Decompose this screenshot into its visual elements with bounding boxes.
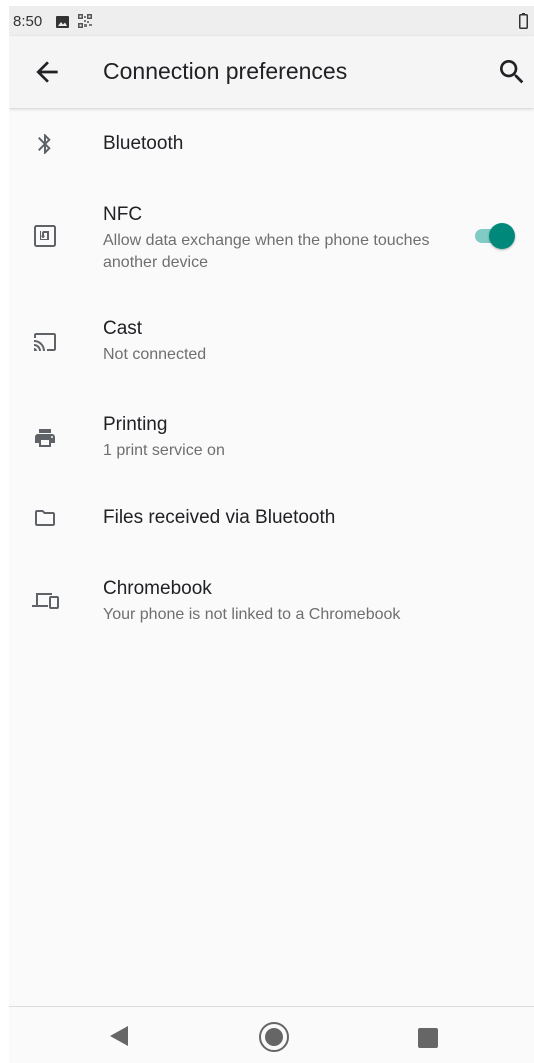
pref-title: Files received via Bluetooth (103, 507, 336, 528)
status-time: 8:50 (13, 12, 43, 30)
pref-title: Chromebook (103, 578, 212, 599)
pref-summary: Allow data exchange when the phone touch… (103, 232, 430, 271)
pref-item-nfc[interactable]: NFC Allow data exchange when the phone t… (9, 192, 534, 280)
cast-icon (33, 330, 57, 354)
page-title: Connection preferences (103, 58, 348, 84)
screen: 8:50 Connection preferences Bluetooth NF… (9, 6, 534, 1063)
status-bar: 8:50 (9, 6, 534, 36)
pref-summary: 1 print service on (103, 442, 225, 459)
pref-item-printing[interactable]: Printing 1 print service on (9, 404, 534, 470)
back-button[interactable] (31, 56, 63, 88)
nav-back-icon[interactable] (110, 1026, 128, 1046)
image-icon (56, 15, 70, 28)
nav-recents-icon[interactable] (417, 1027, 439, 1049)
pref-item-bluetooth[interactable]: Bluetooth (9, 118, 534, 170)
search-button[interactable] (496, 56, 528, 88)
pref-title: Cast (103, 318, 143, 339)
arrow-back-icon (36, 61, 58, 83)
nav-home-icon[interactable] (258, 1021, 290, 1053)
pref-summary: Your phone is not linked to a Chromebook (103, 606, 401, 623)
pref-title: Printing (103, 414, 168, 435)
printer-icon (33, 426, 57, 450)
navigation-bar (9, 1007, 534, 1063)
switch-thumb (489, 223, 515, 249)
pref-item-files-received[interactable]: Files received via Bluetooth (9, 492, 534, 544)
pref-item-cast[interactable]: Cast Not connected (9, 308, 534, 374)
nfc-toggle[interactable] (473, 222, 517, 250)
bluetooth-icon (33, 132, 57, 156)
pref-title: Bluetooth (103, 133, 184, 154)
pref-summary: Not connected (103, 346, 207, 363)
qr-code-icon (78, 14, 93, 28)
folder-icon (33, 506, 57, 530)
search-icon (500, 60, 524, 84)
app-bar: Connection preferences (9, 36, 534, 108)
battery-icon (519, 13, 528, 29)
nfc-icon (33, 224, 57, 248)
pref-item-chromebook[interactable]: Chromebook Your phone is not linked to a… (9, 568, 534, 634)
pref-title: NFC (103, 204, 143, 225)
laptop-phone-icon (31, 588, 59, 612)
